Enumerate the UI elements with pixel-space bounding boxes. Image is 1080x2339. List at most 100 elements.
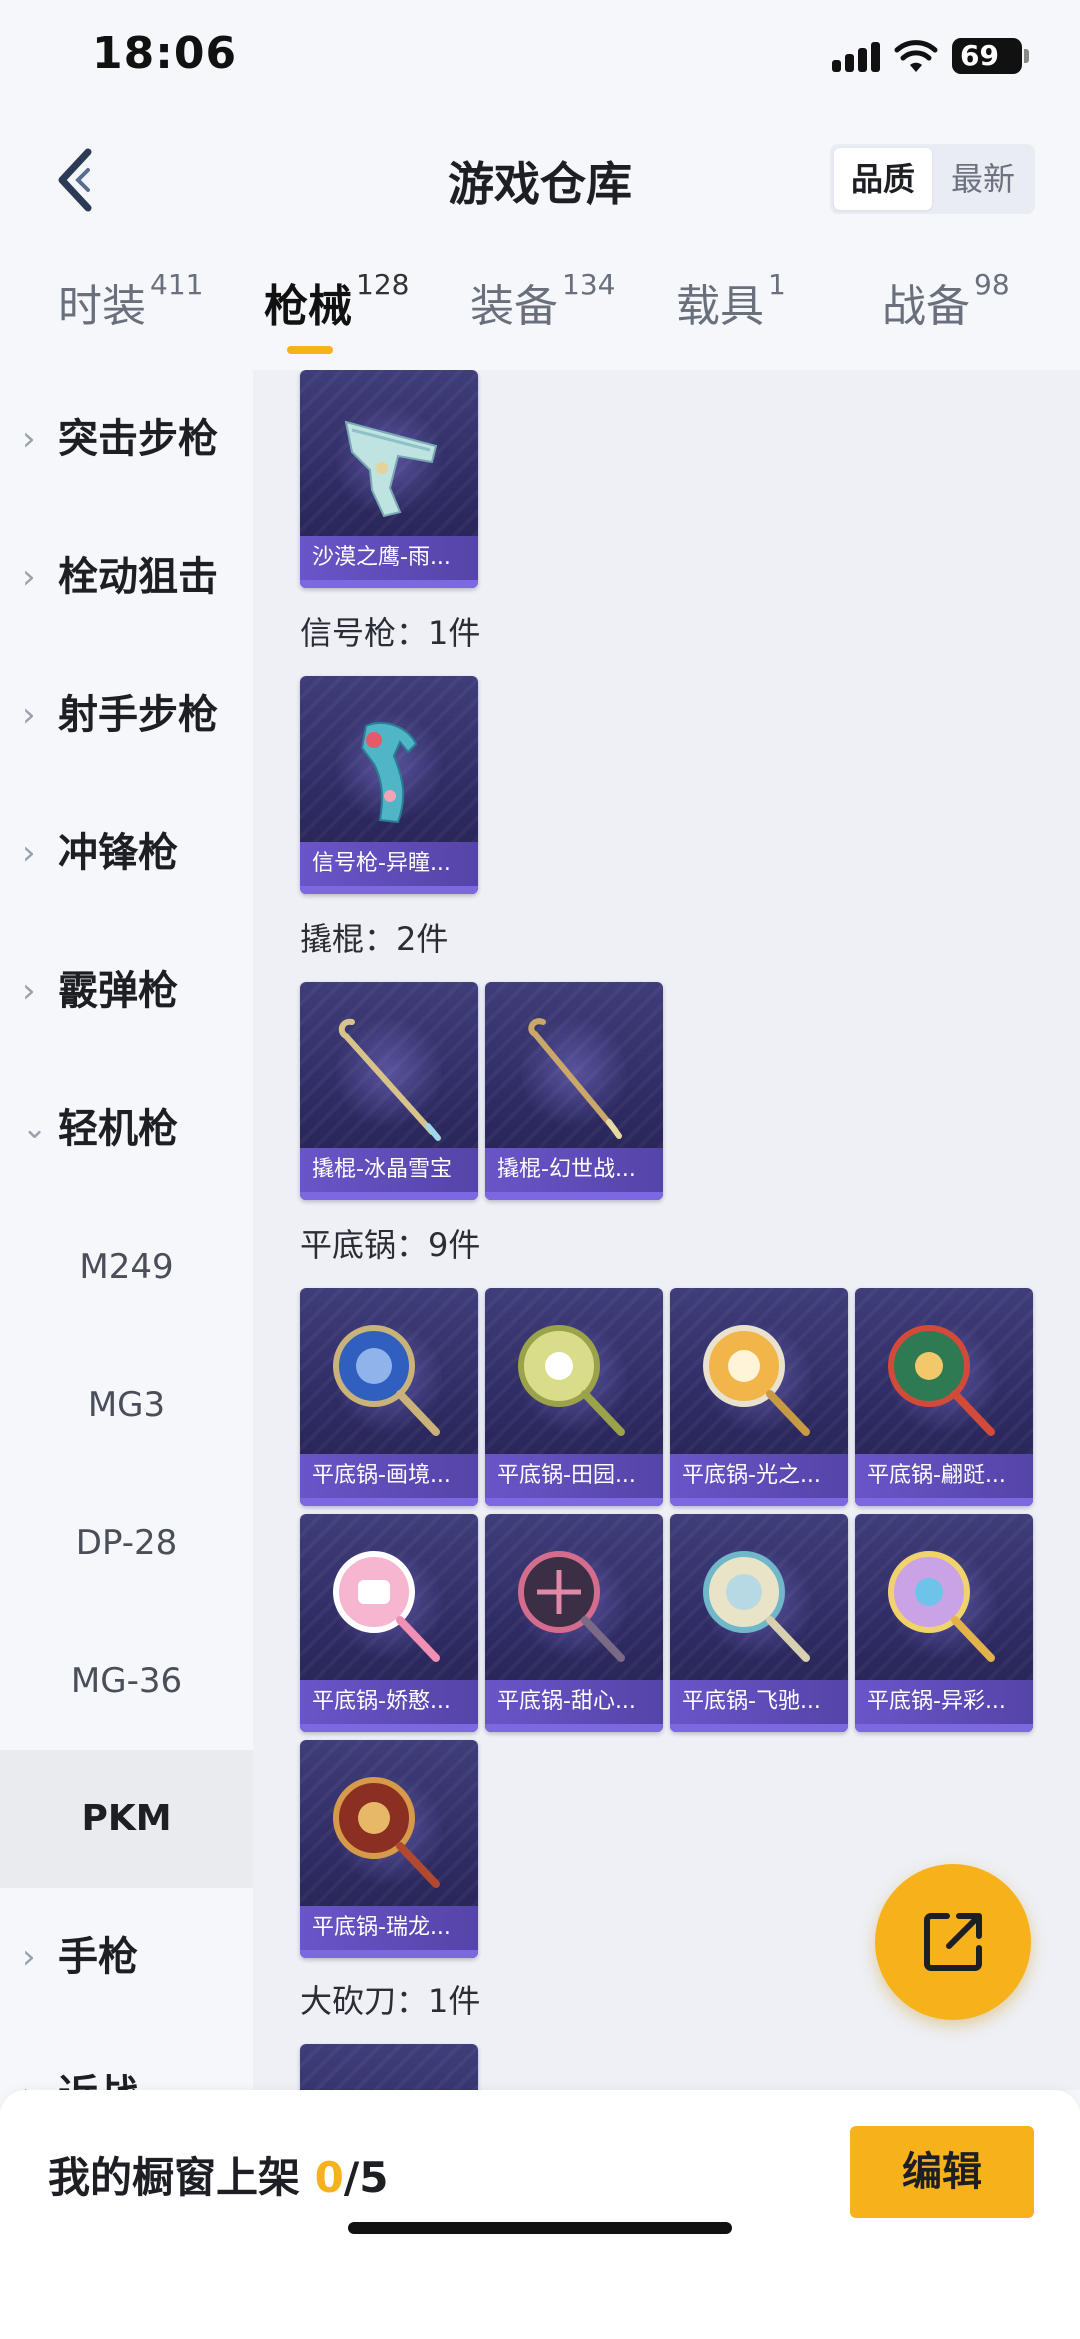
section-title: 大砍刀：1件 [300,1982,481,2020]
showcase-status: 我的橱窗上架 0/5 [48,2144,388,2205]
tab-count: 1 [768,268,786,301]
sidebar-subitem-pkm[interactable]: PKM [0,1750,253,1888]
home-indicator[interactable] [348,2222,732,2234]
item-card[interactable]: 平底锅-瑞龙... [300,1740,478,1958]
flare-gun-icon [360,721,418,824]
frying-pan-icon [518,1551,625,1662]
wifi-icon [894,40,938,72]
item-card[interactable]: 平底锅-画境... [300,1288,478,1506]
tab-guns[interactable]: 枪械 128 [264,268,410,350]
sidebar-item-label: 霰弹枪 [58,968,178,1014]
sidebar-item-bolt-sniper[interactable]: › 栓动狙击 [0,508,253,646]
tab-fashion[interactable]: 时装 411 [58,268,204,350]
item-card[interactable]: 平底锅-光之... [670,1288,848,1506]
item-card[interactable]: 平底锅-甜心... [485,1514,663,1732]
card-label: 平底锅-娇憨... [300,1680,478,1724]
sort-by-quality-button[interactable]: 品质 [834,148,932,210]
section-title: 信号枪：1件 [300,614,481,652]
share-icon [924,1913,982,1971]
card-label: 平底锅-翩跹... [855,1454,1033,1498]
card-label: 平底锅-飞驰... [670,1680,848,1724]
item-card[interactable]: 信号枪-异瞳... [300,676,478,894]
category-tabs: 时装 411 枪械 128 装备 134 载具 1 战备 98 [0,260,1080,368]
chevron-right-icon: › [22,1937,36,1977]
card-label: 平底锅-异彩... [855,1680,1033,1724]
card-label: 平底锅-画境... [300,1454,478,1498]
tab-equipment[interactable]: 装备 134 [470,268,616,350]
chevron-right-icon: › [22,695,36,735]
tab-label: 枪械 [264,281,352,332]
tab-supplies[interactable]: 战备 98 [882,268,1010,350]
crowbar-icon [528,1018,622,1139]
showcase-label: 我的橱窗上架 [48,2153,315,2202]
item-card[interactable]: 平底锅-翩跹... [855,1288,1033,1506]
card-label: 平底锅-田园... [485,1454,663,1498]
battery-icon: 69 [952,38,1029,74]
sidebar-item-label: 突击步枪 [58,416,218,462]
item-grid: 沙漠之鹰-雨... 信号枪：1件 信号枪-异瞳... 撬棍：2件 撬棍-冰晶雪宝… [253,370,1080,2090]
sidebar-item-shotgun[interactable]: › 霰弹枪 [0,922,253,1060]
tab-label: 装备 [470,281,558,332]
frying-pan-icon [333,1325,440,1436]
showcase-total: /5 [343,2153,389,2202]
item-card[interactable]: 平底锅-娇憨... [300,1514,478,1732]
card-label: 撬棍-幻世战... [485,1148,663,1192]
pistol-icon [344,420,438,518]
item-card[interactable]: 平底锅-异彩... [855,1514,1033,1732]
sidebar-item-label: 栓动狙击 [58,554,218,600]
sidebar-item-marksman-rifle[interactable]: › 射手步枪 [0,646,253,784]
sidebar-subitem-mg3[interactable]: MG3 [0,1336,253,1474]
sidebar-item-label: 手枪 [58,1934,138,1980]
frying-pan-icon [888,1325,995,1436]
chevron-right-icon: › [22,833,36,873]
card-label: 沙漠之鹰-雨... [300,536,478,580]
item-card[interactable]: 撬棍-冰晶雪宝 [300,982,478,1200]
tab-label: 时装 [58,281,146,332]
tab-count: 134 [562,268,616,301]
card-label: 平底锅-甜心... [485,1680,663,1724]
chevron-right-icon: › [22,557,36,597]
sidebar-subitem-mg36[interactable]: MG-36 [0,1612,253,1750]
frying-pan-icon [703,1325,810,1436]
sort-by-newest-button[interactable]: 最新 [934,148,1032,210]
sidebar-item-label: 轻机枪 [58,1106,178,1152]
item-card[interactable]: 撬棍-幻世战... [485,982,663,1200]
crowbar-icon [338,1018,441,1141]
showcase-current-count: 0 [314,2153,344,2202]
tab-vehicles[interactable]: 载具 1 [676,268,786,350]
sidebar: › 突击步枪 › 栓动狙击 › 射手步枪 › 冲锋枪 › 霰弹枪 ⌄ 轻机枪 M249 MG… [0,370,253,2118]
bottom-bar: 我的橱窗上架 0/5 编辑 [0,2090,1080,2339]
active-tab-indicator [287,346,333,354]
chevron-down-icon: ⌄ [22,1111,48,1146]
item-card[interactable]: 平底锅-飞驰... [670,1514,848,1732]
card-label: 平底锅-光之... [670,1454,848,1498]
sidebar-item-label: 冲锋枪 [58,830,178,876]
edit-button[interactable]: 编辑 [850,2126,1034,2218]
sidebar-item-assault-rifle[interactable]: › 突击步枪 [0,370,253,508]
tab-count: 98 [974,268,1010,301]
chevron-right-icon: › [22,419,36,459]
sidebar-subitem-m249[interactable]: M249 [0,1198,253,1336]
cellular-signal-icon [832,42,880,72]
share-button[interactable] [875,1864,1031,2020]
card-label: 撬棍-冰晶雪宝 [300,1148,478,1192]
sidebar-item-lmg[interactable]: ⌄ 轻机枪 [0,1060,253,1198]
item-card[interactable] [300,2044,478,2090]
sidebar-subitem-dp28[interactable]: DP-28 [0,1474,253,1612]
item-card[interactable]: 沙漠之鹰-雨... [300,370,478,588]
frying-pan-icon [518,1325,625,1436]
sort-toggle: 品质 最新 [830,144,1035,214]
item-card[interactable]: 平底锅-田园... [485,1288,663,1506]
tab-count: 128 [356,268,410,301]
card-label: 平底锅-瑞龙... [300,1906,478,1950]
sidebar-item-pistol[interactable]: › 手枪 [0,1888,253,2026]
tab-label: 战备 [882,281,970,332]
section-title: 平底锅：9件 [300,1226,481,1264]
sidebar-item-smg[interactable]: › 冲锋枪 [0,784,253,922]
tab-count: 411 [150,268,204,301]
frying-pan-icon [333,1777,440,1888]
frying-pan-icon [333,1551,440,1662]
section-title: 撬棍：2件 [300,920,449,958]
chevron-right-icon: › [22,971,36,1011]
tab-label: 载具 [676,281,764,332]
